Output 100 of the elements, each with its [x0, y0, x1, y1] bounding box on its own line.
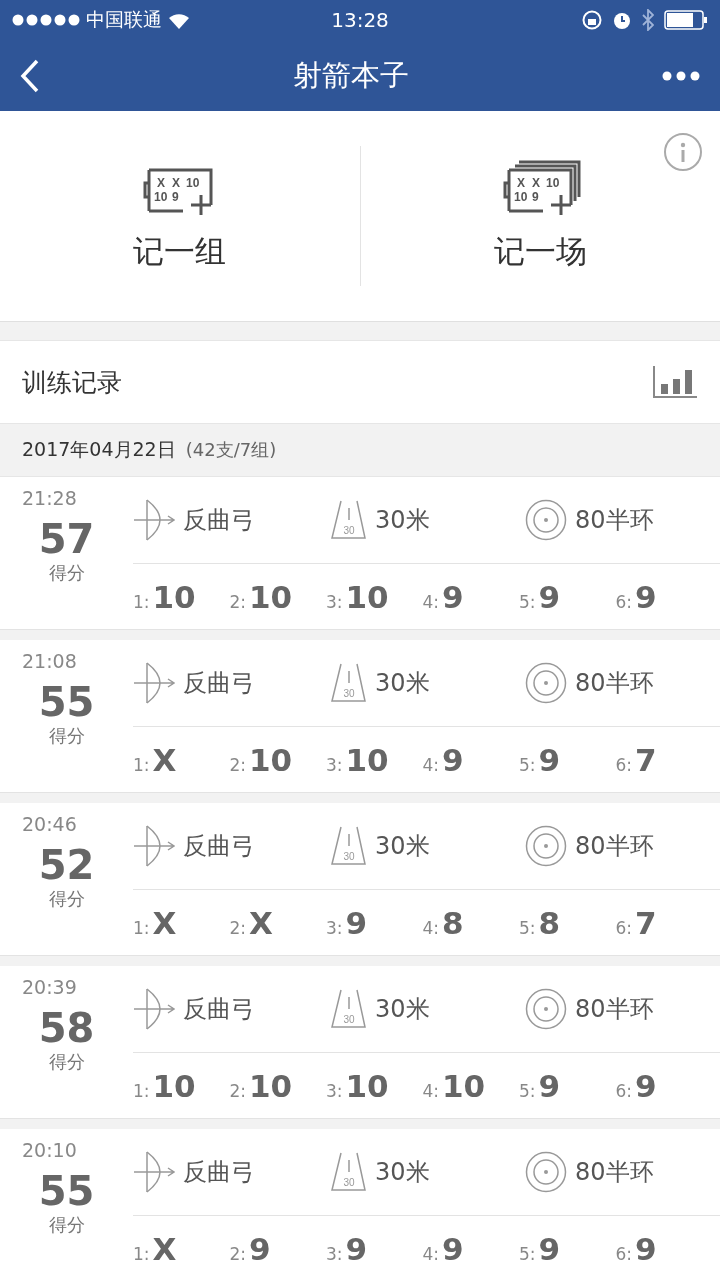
carrier-name: 中国联通 [86, 7, 162, 32]
total-score: 55 [38, 1169, 95, 1213]
arrow-score: 7 [635, 904, 657, 941]
arrow-number: 4: [422, 917, 440, 938]
arrow-number: 1: [133, 591, 150, 612]
more-icon[interactable] [662, 70, 700, 81]
arrow-score: 8 [442, 904, 464, 941]
bow-icon [133, 498, 175, 542]
arrow-score: 10 [345, 1067, 389, 1104]
record-time: 20:46 [22, 813, 77, 835]
record-set-button[interactable]: X X 10 10 9 记一组 [0, 146, 360, 286]
arrow-number: 5: [519, 1080, 536, 1101]
arrow-score: X [152, 1230, 177, 1267]
arrow-score: 9 [538, 1230, 561, 1267]
arrow-score: X [249, 904, 273, 941]
rotation-lock-icon [582, 10, 602, 30]
arrow-score: 8 [538, 904, 561, 941]
arrow-number: 2: [229, 1243, 247, 1264]
arrow-number: 1: [133, 1243, 150, 1264]
score-label: 得分 [48, 1213, 85, 1237]
arrow-score: 7 [635, 741, 657, 778]
arrow-number: 2: [229, 754, 247, 775]
arrow-score: 10 [345, 578, 389, 615]
arrow-score: 10 [249, 741, 293, 778]
bow-icon [133, 987, 175, 1031]
arrow-score: 9 [442, 578, 464, 615]
record-card[interactable]: 20:46 52 得分 反曲弓 30 30米 80半环 1:X 2:X 3:9 4:8 5:8 6:7 [0, 803, 720, 956]
back-icon[interactable] [20, 58, 40, 93]
target-icon [525, 825, 567, 867]
bow-icon [133, 1150, 175, 1194]
total-score: 58 [38, 1006, 95, 1050]
target-icon [525, 499, 567, 541]
arrow-number: 4: [422, 754, 440, 775]
bow-type: 反曲弓 [183, 668, 255, 699]
score-label: 得分 [48, 724, 85, 748]
score-label: 得分 [48, 561, 85, 585]
arrow-number: 2: [229, 591, 247, 612]
distance: 30米 [375, 994, 430, 1025]
arrow-score: X [152, 741, 177, 778]
section-title: 训练记录 [22, 366, 122, 399]
bluetooth-icon [642, 9, 654, 31]
status-time: 13:28 [331, 8, 389, 32]
signal-icon [12, 14, 80, 26]
target-face: 80半环 [575, 668, 654, 699]
arrow-number: 6: [615, 754, 633, 775]
arrow-score: 9 [345, 1230, 368, 1267]
distance: 30米 [375, 1157, 430, 1188]
date-heading: 2017年04月22日 [22, 437, 176, 462]
arrow-score: 10 [249, 578, 293, 615]
total-score: 55 [38, 680, 95, 724]
arrow-number: 4: [422, 1243, 440, 1264]
arrow-number: 4: [422, 591, 440, 612]
bow-type: 反曲弓 [183, 1157, 255, 1188]
arrow-score: 9 [635, 1230, 657, 1267]
target-face: 80半环 [575, 505, 654, 536]
arrow-number: 3: [326, 1080, 343, 1101]
distance: 30米 [375, 668, 430, 699]
bow-type: 反曲弓 [183, 505, 255, 536]
distance: 30米 [375, 831, 430, 862]
info-icon [680, 142, 686, 162]
arrow-number: 4: [422, 1080, 440, 1101]
arrow-number: 2: [229, 1080, 247, 1101]
arrow-score: 9 [538, 741, 561, 778]
record-card[interactable]: 21:28 57 得分 反曲弓 30 30米 80半环 1:10 2:10 3:10 4:9 5:9 6:9 [0, 477, 720, 630]
target-icon [525, 1151, 567, 1193]
arrow-number: 6: [615, 1080, 633, 1101]
arrow-score: 9 [442, 741, 464, 778]
battery-icon [664, 10, 708, 30]
arrow-number: 5: [519, 1243, 536, 1264]
arrow-score: 9 [249, 1230, 271, 1267]
total-score: 52 [38, 843, 95, 887]
bow-icon [133, 661, 175, 705]
bow-icon [133, 824, 175, 868]
bar-chart-icon[interactable] [652, 364, 698, 400]
record-card[interactable]: 20:39 58 得分 反曲弓 30 30米 80半环 1:10 2:10 3:10 4:10 5:9 6:9 [0, 966, 720, 1119]
bow-type: 反曲弓 [183, 994, 255, 1025]
arrow-score: 9 [538, 578, 561, 615]
record-session-button[interactable]: X X 10 10 9 记一场 [360, 146, 720, 286]
arrow-score: 10 [345, 741, 389, 778]
arrow-number: 1: [133, 917, 150, 938]
arrow-number: 3: [326, 754, 343, 775]
target-face: 80半环 [575, 831, 654, 862]
target-icon [525, 662, 567, 704]
arrow-number: 3: [326, 1243, 343, 1264]
bow-type: 反曲弓 [183, 831, 255, 862]
arrow-score: 10 [152, 1067, 196, 1104]
total-score: 57 [38, 517, 95, 561]
arrow-number: 3: [326, 591, 343, 612]
arrow-score: 9 [345, 904, 368, 941]
target-face: 80半环 [575, 994, 654, 1025]
arrow-number: 3: [326, 917, 343, 938]
arrow-number: 5: [519, 591, 536, 612]
arrow-number: 6: [615, 1243, 633, 1264]
arrow-number: 1: [133, 1080, 150, 1101]
alarm-icon [612, 10, 632, 30]
record-card[interactable]: 20:10 55 得分 反曲弓 30 30米 80半环 1:X 2:9 3:9 4:9 5:9 6:9 [0, 1129, 720, 1280]
arrow-score: 9 [635, 1067, 657, 1104]
arrow-score: 10 [152, 578, 196, 615]
record-card[interactable]: 21:08 55 得分 反曲弓 30 30米 80半环 1:X 2:10 3:10 4:9 5:9 6:7 [0, 640, 720, 793]
arrow-score: X [152, 904, 177, 941]
